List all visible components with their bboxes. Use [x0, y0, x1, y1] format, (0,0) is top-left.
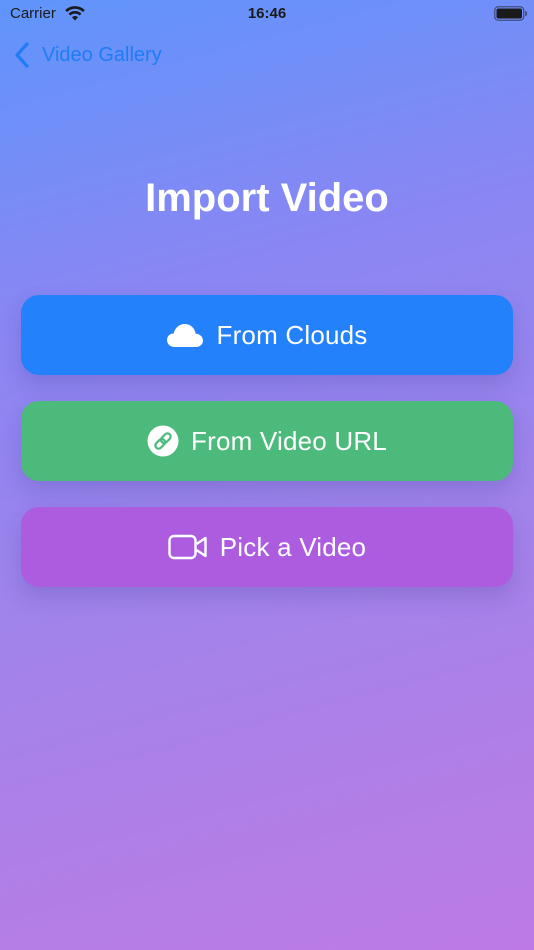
pick-a-video-label: Pick a Video	[219, 531, 367, 562]
from-video-url-label: From Video URL	[191, 425, 387, 456]
cloud-icon	[166, 322, 204, 348]
from-clouds-button[interactable]: From Clouds	[21, 295, 513, 375]
from-clouds-label: From Clouds	[216, 319, 368, 350]
chevron-left-icon	[15, 42, 29, 68]
back-button[interactable]: Video Gallery	[14, 40, 162, 70]
status-time: 16:46	[247, 5, 287, 22]
from-video-url-button[interactable]: From Video URL	[21, 401, 513, 481]
video-camera-icon	[168, 534, 208, 560]
status-bar: Carrier 16:46	[0, 0, 534, 28]
page-title: Import Video	[145, 176, 389, 220]
pick-a-video-button[interactable]: Pick a Video	[21, 507, 513, 587]
link-icon	[147, 425, 179, 457]
back-button-label: Video Gallery	[42, 43, 162, 66]
battery-icon	[494, 6, 528, 21]
